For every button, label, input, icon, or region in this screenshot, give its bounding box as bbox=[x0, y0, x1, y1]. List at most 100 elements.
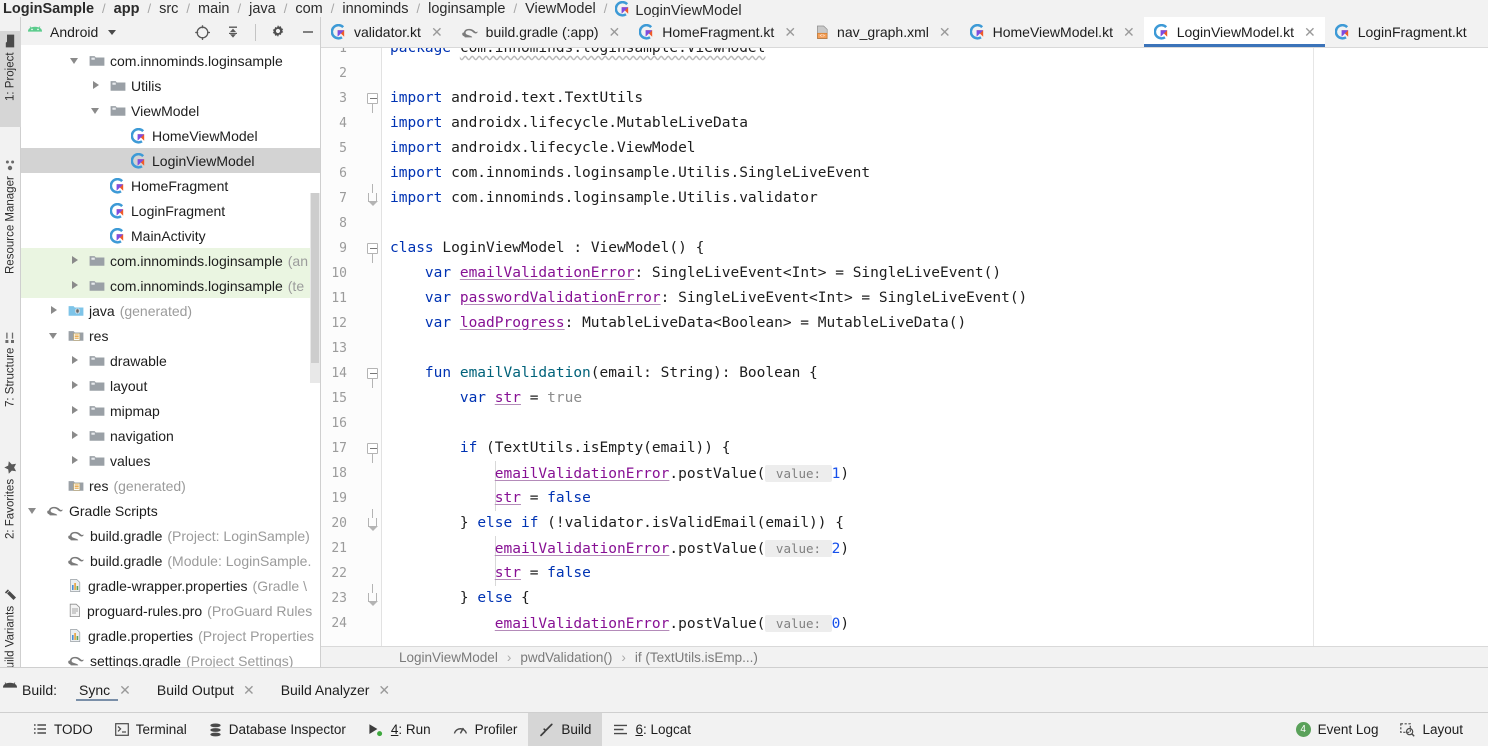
chevron-right-icon[interactable] bbox=[48, 304, 61, 317]
breadcrumb-item[interactable]: src bbox=[158, 1, 179, 17]
close-icon[interactable]: ✕ bbox=[1123, 25, 1135, 39]
close-icon[interactable]: ✕ bbox=[243, 683, 255, 697]
code-text[interactable]: package com.innominds.loginsample.ViewMo… bbox=[382, 48, 1488, 646]
tree-item[interactable]: HomeFragment bbox=[21, 173, 320, 198]
tree-item[interactable]: res(generated) bbox=[21, 473, 320, 498]
chevron-right-icon[interactable] bbox=[69, 254, 82, 267]
collapse-all-icon[interactable] bbox=[225, 24, 241, 40]
breadcrumb-item[interactable]: java bbox=[248, 1, 277, 17]
editor-breadcrumb-item[interactable]: LoginViewModel bbox=[399, 650, 498, 665]
tree-item[interactable]: mipmap bbox=[21, 398, 320, 423]
close-icon[interactable]: ✕ bbox=[119, 683, 131, 697]
editor-gutter[interactable]: 123456789101112131415161718192021222324 bbox=[321, 48, 381, 646]
breadcrumb-item[interactable]: innominds bbox=[341, 1, 409, 17]
code-fold-marker[interactable] bbox=[367, 443, 379, 455]
status-bar-button-terminal[interactable]: Terminal bbox=[104, 713, 198, 746]
tree-item[interactable]: build.gradle(Module: LoginSample. bbox=[21, 548, 320, 573]
chevron-right-icon[interactable] bbox=[69, 404, 82, 417]
editor-tab[interactable]: validator.kt✕ bbox=[321, 17, 452, 47]
editor-tab[interactable]: LoginViewModel.kt✕ bbox=[1144, 17, 1325, 47]
tree-item[interactable]: Gradle Scripts bbox=[21, 498, 320, 523]
close-icon[interactable]: ✕ bbox=[609, 25, 621, 39]
build-panel-tab[interactable]: Build Analyzer✕ bbox=[281, 668, 390, 712]
editor-structure-breadcrumb[interactable]: LoginViewModel›pwdValidation()›if (TextU… bbox=[321, 646, 1488, 667]
status-bar-button-event-log[interactable]: 4Event Log bbox=[1285, 713, 1390, 746]
tree-item[interactable]: com.innominds.loginsample(te bbox=[21, 273, 320, 298]
build-panel-tab[interactable]: Build Output✕ bbox=[157, 668, 255, 712]
build-panel-tab[interactable]: Sync✕ bbox=[79, 668, 131, 712]
editor-tab[interactable]: HomeViewModel.kt✕ bbox=[960, 17, 1144, 47]
status-bar-button-layout[interactable]: Layout bbox=[1389, 713, 1474, 746]
close-icon[interactable]: ✕ bbox=[939, 25, 951, 39]
breadcrumb-item[interactable]: loginsample bbox=[427, 1, 506, 17]
code-fold-marker[interactable] bbox=[367, 518, 379, 530]
chevron-right-icon[interactable] bbox=[90, 79, 103, 92]
breadcrumb-item[interactable]: main bbox=[197, 1, 230, 17]
status-bar-button-build[interactable]: Build bbox=[528, 713, 602, 746]
tree-item[interactable]: LoginFragment bbox=[21, 198, 320, 223]
code-fold-marker[interactable] bbox=[367, 93, 379, 105]
tool-window-button-resource-manager[interactable]: Resource Manager bbox=[0, 155, 21, 297]
status-bar-button-todo[interactable]: TODO bbox=[22, 713, 104, 746]
close-icon[interactable]: ✕ bbox=[431, 25, 443, 39]
tree-item[interactable]: LoginViewModel bbox=[21, 148, 320, 173]
chevron-right-icon[interactable] bbox=[69, 429, 82, 442]
status-bar-button-6-logcat[interactable]: 6: Logcat bbox=[602, 713, 702, 746]
tree-item[interactable]: com.innominds.loginsample bbox=[21, 48, 320, 73]
tree-item[interactable]: com.innominds.loginsample(an bbox=[21, 248, 320, 273]
breadcrumb-item[interactable]: app bbox=[113, 1, 141, 17]
project-tree[interactable]: com.innominds.loginsample Utilis ViewMod… bbox=[21, 45, 320, 712]
code-fold-marker[interactable] bbox=[367, 193, 379, 205]
locate-icon[interactable] bbox=[194, 24, 211, 41]
chevron-down-icon[interactable] bbox=[69, 54, 82, 67]
editor-tab[interactable]: LoginFragment.kt bbox=[1325, 17, 1476, 47]
tree-item[interactable]: Utilis bbox=[21, 73, 320, 98]
chevron-right-icon[interactable] bbox=[69, 279, 82, 292]
tool-window-button-structure[interactable]: 7: Structure bbox=[0, 327, 21, 429]
breadcrumb-item[interactable]: LoginViewModel bbox=[614, 0, 742, 17]
close-icon[interactable]: ✕ bbox=[378, 683, 390, 697]
tree-item[interactable]: values bbox=[21, 448, 320, 473]
status-bar-button-database-inspector[interactable]: Database Inspector bbox=[198, 713, 357, 746]
tree-item[interactable]: HomeViewModel bbox=[21, 123, 320, 148]
tree-item[interactable]: MainActivity bbox=[21, 223, 320, 248]
tree-item[interactable]: proguard-rules.pro(ProGuard Rules bbox=[21, 598, 320, 623]
chevron-down-icon[interactable] bbox=[90, 104, 103, 117]
chevron-down-icon[interactable] bbox=[27, 504, 40, 517]
status-bar-button-profiler[interactable]: Profiler bbox=[442, 713, 529, 746]
chevron-right-icon[interactable] bbox=[69, 354, 82, 367]
close-icon[interactable]: ✕ bbox=[784, 25, 796, 39]
tree-item[interactable]: java(generated) bbox=[21, 298, 320, 323]
editor-breadcrumb-item[interactable]: pwdValidation() bbox=[520, 650, 612, 665]
tree-item[interactable]: res bbox=[21, 323, 320, 348]
editor-tab[interactable]: HomeFragment.kt✕ bbox=[629, 17, 805, 47]
editor-tab[interactable]: <> nav_graph.xml✕ bbox=[805, 17, 960, 47]
code-fold-marker[interactable] bbox=[367, 593, 379, 605]
tree-item[interactable]: navigation bbox=[21, 423, 320, 448]
tree-item[interactable]: drawable bbox=[21, 348, 320, 373]
settings-gear-icon[interactable] bbox=[270, 24, 286, 40]
tree-item[interactable]: gradle-wrapper.properties(Gradle \ bbox=[21, 573, 320, 598]
status-bar-button-4-run[interactable]: 4: Run bbox=[357, 713, 442, 746]
bottom-tool-bar[interactable]: TODO Terminal Database Inspector 4: Run … bbox=[0, 712, 1488, 746]
tree-item[interactable]: layout bbox=[21, 373, 320, 398]
editor-breadcrumb-item[interactable]: if (TextUtils.isEmp...) bbox=[635, 650, 758, 665]
tree-item[interactable]: ViewModel bbox=[21, 98, 320, 123]
code-fold-marker[interactable] bbox=[367, 243, 379, 255]
editor-tab-bar[interactable]: validator.kt✕ build.gradle (:app)✕ HomeF… bbox=[321, 17, 1488, 48]
editor-tab[interactable]: build.gradle (:app)✕ bbox=[452, 17, 630, 47]
project-tree-scrollbar[interactable] bbox=[310, 193, 320, 383]
code-editor[interactable]: 123456789101112131415161718192021222324 … bbox=[321, 48, 1488, 646]
project-view-selector[interactable]: Android bbox=[27, 24, 116, 40]
hide-panel-icon[interactable] bbox=[300, 24, 316, 40]
chevron-right-icon[interactable] bbox=[69, 379, 82, 392]
breadcrumb-item[interactable]: ViewModel bbox=[524, 1, 597, 17]
chevron-down-icon[interactable] bbox=[48, 329, 61, 342]
tree-item[interactable]: build.gradle(Project: LoginSample) bbox=[21, 523, 320, 548]
breadcrumb-item[interactable]: LoginSample bbox=[2, 1, 95, 17]
code-fold-marker[interactable] bbox=[367, 368, 379, 380]
tool-window-button-project[interactable]: 1: Project bbox=[0, 31, 21, 127]
breadcrumb-item[interactable]: com bbox=[294, 1, 323, 17]
tool-window-button-favorites[interactable]: 2: Favorites bbox=[0, 457, 21, 557]
chevron-right-icon[interactable] bbox=[69, 454, 82, 467]
